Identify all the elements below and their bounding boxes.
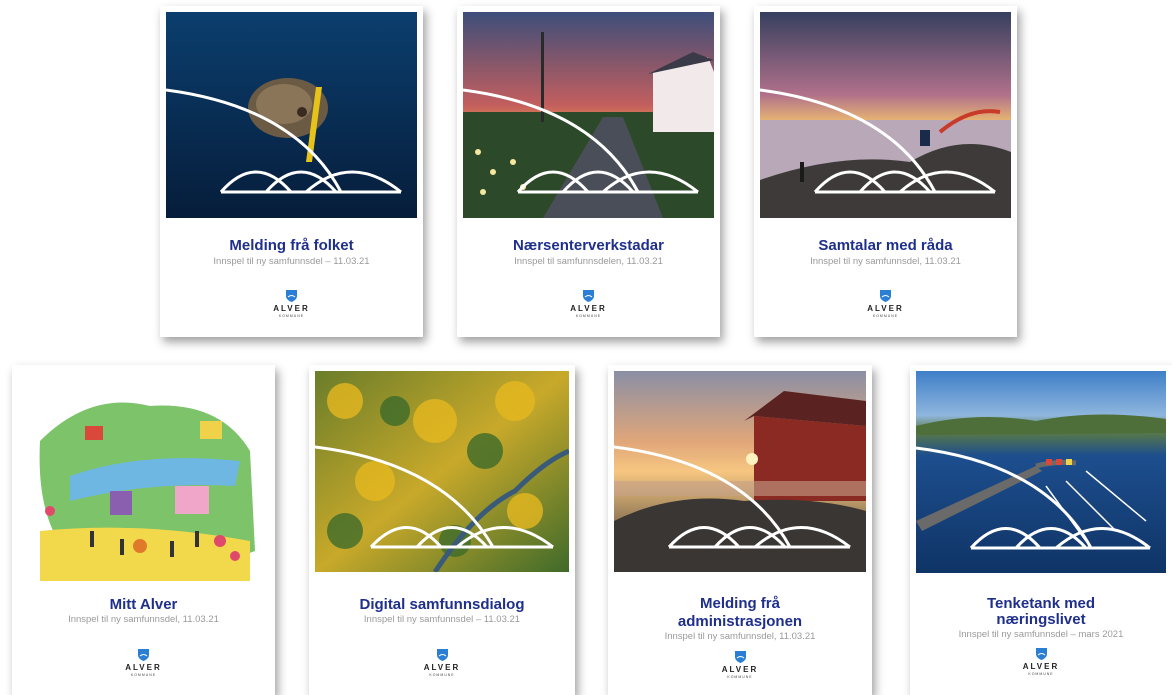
shield-icon: [880, 290, 891, 302]
alver-arch-graphic: [916, 446, 1151, 550]
shield-icon: [1035, 648, 1047, 660]
brand-name: ALVER: [570, 304, 607, 313]
brand-name: ALVER: [721, 665, 759, 674]
alver-arch-graphic: [760, 88, 996, 194]
report-card-mitt-alver[interactable]: Mitt Alver Innspel til ny samfunnsdel, 1…: [12, 365, 275, 695]
alver-logo: ALVER KOMMUNE: [12, 649, 275, 677]
report-title-line-2: næringslivet: [996, 611, 1086, 628]
cover-illustration: [30, 381, 257, 581]
alver-logo: ALVER KOMMUNE: [754, 290, 1017, 318]
report-subtitle: Innspel til ny samfunnsdel, 11.03.21: [664, 631, 816, 642]
report-title: Digital samfunnsdialog: [359, 596, 525, 613]
shield-icon: [734, 651, 746, 663]
cover-photo: [315, 371, 569, 572]
report-subtitle: Innspel til ny samfunnsdel, 11.03.21: [810, 256, 961, 267]
alver-arch-graphic: [463, 88, 699, 194]
report-title: Melding frå folket: [229, 237, 354, 254]
report-subtitle: Innspel til ny samfunnsdel, 11.03.21: [68, 614, 219, 625]
alver-arch-graphic: [166, 88, 402, 194]
alver-logo: ALVER KOMMUNE: [160, 290, 423, 318]
report-card-samtalar-med-rada[interactable]: Samtalar med råda Innspel til ny samfunn…: [754, 6, 1017, 337]
brand-sub: KOMMUNE: [278, 314, 305, 318]
alver-logo: ALVER KOMMUNE: [309, 649, 575, 677]
cover-photo: [463, 12, 714, 218]
cover-photo: [760, 12, 1011, 218]
alver-logo: ALVER KOMMUNE: [910, 648, 1172, 676]
brand-name: ALVER: [125, 663, 162, 672]
community-illustration: [30, 381, 257, 581]
brand-name: ALVER: [867, 304, 904, 313]
report-card-melding-fra-administrasjonen[interactable]: Melding frå administrasjonen Innspel til…: [608, 365, 872, 695]
brand-sub: KOMMUNE: [575, 314, 602, 318]
cover-photo: [166, 12, 417, 218]
alver-logo: ALVER KOMMUNE: [457, 290, 720, 318]
shield-icon: [286, 290, 297, 302]
report-subtitle: Innspel til ny samfunnsdel – 11.03.21: [213, 256, 370, 267]
shield-icon: [138, 649, 149, 661]
report-title-line-1: Melding frå: [699, 595, 780, 612]
alver-arch-graphic: [315, 445, 554, 549]
brand-name: ALVER: [1022, 662, 1060, 671]
report-card-naersenterverkstadar[interactable]: Nærsenterverkstadar Innspel til samfunns…: [457, 6, 720, 337]
report-subtitle: Innspel til ny samfunnsdel – 11.03.21: [363, 614, 521, 625]
brand-name: ALVER: [273, 304, 310, 313]
brand-sub: KOMMUNE: [1028, 672, 1054, 676]
shield-icon: [436, 649, 448, 661]
brand-sub: KOMMUNE: [872, 314, 899, 318]
brand-sub: KOMMUNE: [130, 673, 157, 677]
report-card-tenketank-med-naeringslivet[interactable]: Tenketank med næringslivet Innspel til n…: [910, 365, 1172, 695]
cover-photo: [916, 371, 1166, 573]
report-subtitle: Innspel til samfunnsdelen, 11.03.21: [514, 256, 663, 267]
report-title: Nærsenterverkstadar: [513, 237, 664, 254]
brand-name: ALVER: [423, 663, 461, 672]
report-title-line-2: administrasjonen: [677, 613, 803, 630]
report-title: Samtalar med råda: [818, 237, 953, 254]
report-card-digital-samfunnsdialog[interactable]: Digital samfunnsdialog Innspel til ny sa…: [309, 365, 575, 695]
cover-photo: [614, 371, 866, 572]
report-card-melding-fra-folket[interactable]: Melding frå folket Innspel til ny samfun…: [160, 6, 423, 337]
alver-logo: ALVER KOMMUNE: [608, 651, 872, 679]
brand-sub: KOMMUNE: [429, 673, 455, 677]
report-subtitle: Innspel til ny samfunnsdel – mars 2021: [958, 629, 1124, 640]
shield-icon: [583, 290, 594, 302]
alver-arch-graphic: [614, 445, 851, 549]
report-title: Mitt Alver: [109, 596, 178, 613]
brand-sub: KOMMUNE: [727, 675, 753, 679]
